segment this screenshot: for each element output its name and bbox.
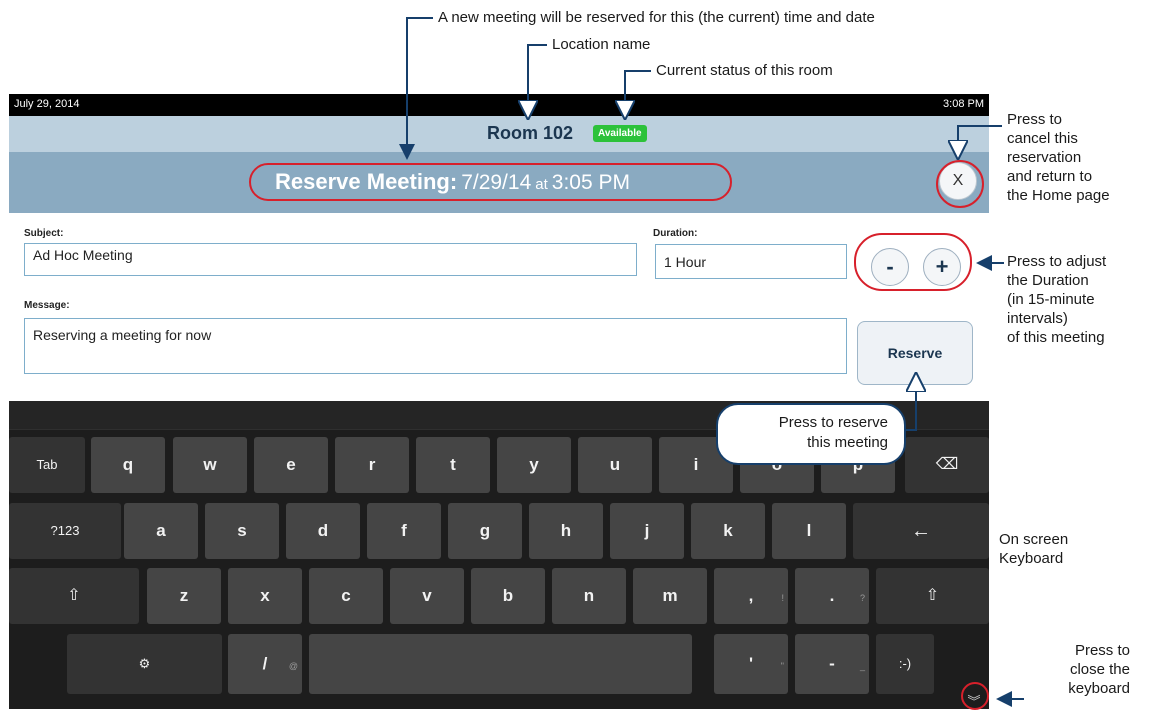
message-label: Message: — [24, 300, 70, 311]
key-k[interactable]: k — [691, 503, 765, 559]
annotation-reserve-callout: Press to reserve this meeting — [716, 403, 906, 465]
key-b[interactable]: b — [471, 568, 545, 624]
annotation-current-status: Current status of this room — [656, 62, 833, 79]
key-c[interactable]: c — [309, 568, 383, 624]
annotation-adjust-line: the Duration — [1007, 272, 1089, 289]
reserve-button[interactable]: Reserve — [857, 321, 973, 385]
key-period-label: . — [829, 586, 835, 605]
annotation-cancel-line: cancel this — [1007, 130, 1078, 147]
annotation-adjust-line: (in 15-minute — [1007, 291, 1095, 308]
key-symbols[interactable]: ?123 — [9, 503, 121, 559]
status-badge: Available — [593, 125, 647, 142]
key-dash-alt: _ — [859, 661, 865, 671]
key-q[interactable]: q — [91, 437, 165, 493]
key-x[interactable]: x — [228, 568, 302, 624]
annotation-adjust: Press to adjust the Duration (in 15-minu… — [1007, 252, 1106, 347]
key-v[interactable]: v — [390, 568, 464, 624]
key-comma-alt: ! — [781, 593, 784, 603]
key-d[interactable]: d — [286, 503, 360, 559]
key-a[interactable]: a — [124, 503, 198, 559]
key-j[interactable]: j — [610, 503, 684, 559]
room-name: Room 102 — [487, 123, 574, 143]
annotation-cancel-line: and return to — [1007, 168, 1093, 185]
status-date: July 29, 2014 — [14, 98, 80, 110]
annotation-cancel-line: the Home page — [1007, 187, 1110, 204]
annotation-close-keyboard-line: Press to — [1074, 642, 1130, 659]
key-apostrophe-alt: " — [780, 661, 784, 671]
key-apostrophe[interactable]: ' " — [714, 634, 788, 694]
key-u[interactable]: u — [578, 437, 652, 493]
settings-icon[interactable]: ⚙ — [67, 634, 222, 694]
highlight-close-keyboard — [961, 682, 989, 710]
key-slash[interactable]: / @ — [228, 634, 302, 694]
annotation-cancel-line: Press to — [1007, 111, 1063, 128]
annotation-cancel: Press to cancel this reservation and ret… — [1007, 110, 1110, 205]
status-bar: July 29, 2014 3:08 PM — [9, 94, 989, 116]
annotation-cancel-line: reservation — [1007, 149, 1082, 166]
subject-label: Subject: — [24, 228, 64, 239]
highlight-reserve-title — [249, 163, 732, 201]
duration-label: Duration: — [653, 228, 698, 239]
annotation-reserve-line: Press to reserve — [778, 414, 888, 431]
annotation-adjust-line: intervals) — [1007, 310, 1068, 327]
annotation-close-keyboard-line: keyboard — [1068, 680, 1130, 697]
backspace-icon[interactable]: ⌫ — [905, 437, 989, 493]
subject-input[interactable]: Ad Hoc Meeting — [24, 243, 637, 276]
annotation-adjust-line: of this meeting — [1007, 329, 1105, 346]
key-n[interactable]: n — [552, 568, 626, 624]
key-apostrophe-label: ' — [748, 654, 754, 673]
key-y[interactable]: y — [497, 437, 571, 493]
room-bar: Room 102 Available — [9, 116, 989, 152]
duration-field[interactable]: 1 Hour — [655, 244, 847, 279]
key-t[interactable]: t — [416, 437, 490, 493]
highlight-duration-buttons — [854, 233, 972, 291]
enter-icon[interactable]: ← — [853, 503, 989, 559]
key-period-alt: ? — [859, 593, 865, 603]
key-f[interactable]: f — [367, 503, 441, 559]
message-input[interactable]: Reserving a meeting for now — [24, 318, 847, 374]
key-g[interactable]: g — [448, 503, 522, 559]
key-period[interactable]: .? — [795, 568, 869, 624]
key-m[interactable]: m — [633, 568, 707, 624]
annotation-location-name: Location name — [552, 36, 651, 53]
key-l[interactable]: l — [772, 503, 846, 559]
annotation-reserve-line: this meeting — [807, 434, 888, 451]
key-dash-label: - — [829, 654, 835, 673]
key-comma[interactable]: ,! — [714, 568, 788, 624]
key-s[interactable]: s — [205, 503, 279, 559]
shift-left-icon[interactable]: ⇧ — [9, 568, 139, 624]
key-space[interactable] — [309, 634, 692, 694]
highlight-close — [936, 160, 984, 208]
key-slash-label: / — [262, 654, 268, 673]
key-w[interactable]: w — [173, 437, 247, 493]
key-h[interactable]: h — [529, 503, 603, 559]
annotation-keyboard: On screen Keyboard — [999, 530, 1068, 568]
key-z[interactable]: z — [147, 568, 221, 624]
key-smiley[interactable]: :-) — [876, 634, 934, 694]
key-r[interactable]: r — [335, 437, 409, 493]
annotation-keyboard-line: Keyboard — [999, 550, 1064, 567]
key-comma-label: , — [748, 586, 754, 605]
annotation-keyboard-line: On screen — [999, 531, 1069, 548]
key-e[interactable]: e — [254, 437, 328, 493]
shift-right-icon[interactable]: ⇧ — [876, 568, 989, 624]
key-dash[interactable]: - _ — [795, 634, 869, 694]
annotation-new-meeting: A new meeting will be reserved for this … — [438, 9, 875, 26]
key-tab[interactable]: Tab — [9, 437, 85, 493]
key-slash-alt: @ — [288, 661, 298, 671]
status-time: 3:08 PM — [943, 98, 984, 110]
annotation-close-keyboard-line: close the — [1069, 661, 1130, 678]
annotation-adjust-line: Press to adjust — [1007, 253, 1107, 270]
annotation-close-keyboard: Press to close the keyboard — [1026, 641, 1130, 698]
